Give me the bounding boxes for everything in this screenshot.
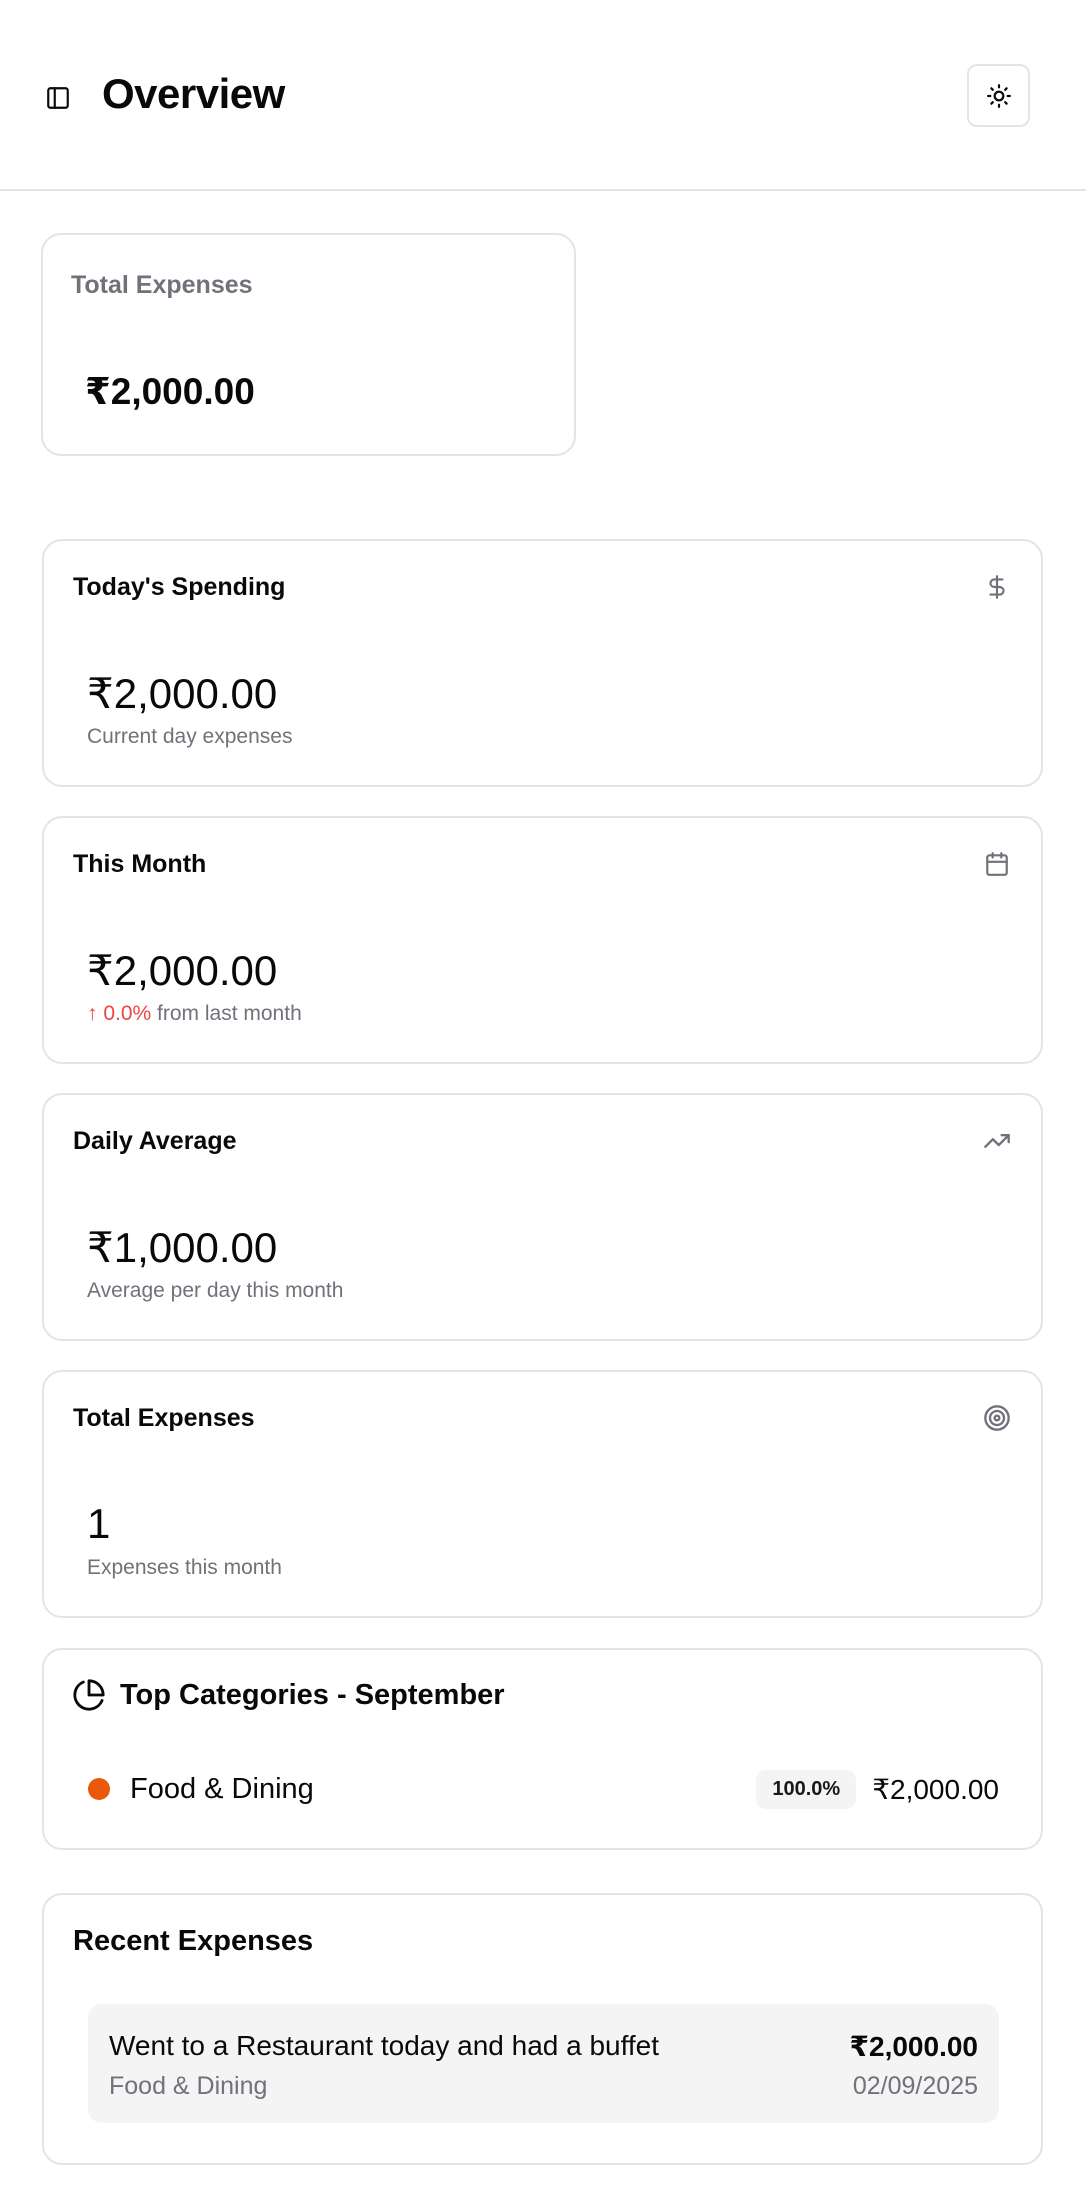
category-name: Food & Dining: [130, 1772, 314, 1805]
category-row[interactable]: Food & Dining 100.0% ₹2,000.00: [88, 1768, 999, 1810]
sun-icon: [986, 83, 1011, 108]
todays-spending-card: Today's Spending ₹2,000.00 Current day e…: [42, 539, 1043, 787]
card-title: Total Expenses: [73, 1404, 255, 1432]
top-categories-title: Top Categories - September: [120, 1678, 505, 1711]
card-value: ₹1,000.00: [87, 1224, 278, 1271]
expense-category: Food & Dining: [109, 2072, 268, 2100]
recent-expenses-card: Recent Expenses Went to a Restaurant tod…: [42, 1893, 1043, 2165]
theme-toggle-button[interactable]: [967, 64, 1030, 127]
expense-list-item[interactable]: Went to a Restaurant today and had a buf…: [88, 2004, 999, 2123]
card-value: ₹2,000.00: [87, 947, 278, 994]
expense-date: 02/09/2025: [852, 2072, 978, 2100]
top-categories-card: Top Categories - September Food & Dining…: [42, 1648, 1043, 1850]
category-color-dot: [88, 1778, 110, 1800]
summary-value: ₹2,000.00: [85, 371, 255, 412]
card-subtext: Average per day this month: [87, 1279, 344, 1302]
card-title: Daily Average: [73, 1127, 237, 1155]
category-amount: ₹2,000.00: [872, 1773, 999, 1805]
change-indicator: ↑ 0.0%: [87, 1002, 152, 1025]
summary-label: Total Expenses: [71, 271, 253, 299]
this-month-card: This Month ₹2,000.00 ↑ 0.0% from last mo…: [42, 816, 1043, 1064]
total-expenses-summary-card: Total Expenses ₹2,000.00: [41, 233, 576, 456]
app-header: Overview: [0, 0, 1086, 191]
card-subtext: Current day expenses: [87, 725, 293, 748]
calendar-icon: [981, 848, 1013, 880]
target-icon: [981, 1402, 1013, 1434]
expense-amount: ₹2,000.00: [849, 2031, 978, 2062]
card-subtext: ↑ 0.0% from last month: [87, 1002, 302, 1026]
card-title: Today's Spending: [73, 573, 286, 601]
card-value: 1: [87, 1500, 111, 1547]
top-categories-header: Top Categories - September: [72, 1678, 505, 1712]
recent-expenses-title: Recent Expenses: [73, 1925, 314, 1957]
expense-description: Went to a Restaurant today and had a buf…: [109, 2030, 660, 2061]
change-label: from last month: [151, 1002, 302, 1025]
dollar-icon: [981, 571, 1013, 603]
trending-up-icon: [981, 1125, 1013, 1157]
page-title: Overview: [102, 70, 285, 117]
card-title: This Month: [73, 850, 207, 878]
card-value: ₹2,000.00: [87, 670, 278, 717]
category-percent-badge: 100.0%: [756, 1769, 857, 1809]
sidebar-icon[interactable]: [40, 80, 76, 116]
pie-chart-icon: [73, 1679, 105, 1711]
card-subtext: Expenses this month: [87, 1556, 282, 1579]
total-expenses-count-card: Total Expenses 1 Expenses this month: [42, 1370, 1043, 1618]
daily-average-card: Daily Average ₹1,000.00 Average per day …: [42, 1093, 1043, 1341]
